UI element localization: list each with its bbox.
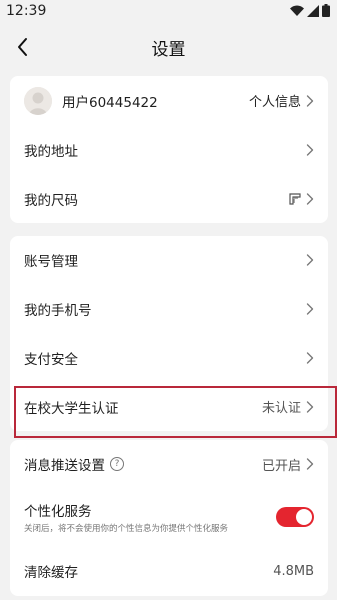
phone-label: 我的手机号: [24, 302, 92, 319]
address-right: [306, 143, 314, 156]
clear-cache-right: 4.8MB: [273, 564, 314, 579]
payment-security-label: 支付安全: [24, 351, 78, 368]
preferences-card: 消息推送设置 ? 已开启 个性化服务 关闭后，将不会使用你的个性信息为你提供个性…: [10, 440, 328, 596]
avatar: [24, 86, 52, 115]
wifi-icon: [290, 5, 304, 16]
toggle-knob: [296, 508, 312, 525]
personalized-service-right: [276, 506, 314, 527]
address-row[interactable]: 我的地址: [10, 125, 328, 174]
push-settings-right: 已开启: [262, 455, 314, 474]
push-settings-label: 消息推送设置: [24, 458, 105, 474]
avatar-icon: [24, 86, 52, 115]
battery-icon: [322, 4, 330, 17]
personalized-service-toggle[interactable]: [276, 506, 314, 527]
chevron-right-icon: [306, 94, 314, 107]
size-row[interactable]: 我的尺码: [10, 174, 328, 223]
help-circle-icon[interactable]: ?: [110, 457, 124, 471]
size-right: [289, 192, 314, 205]
account-management-label: 账号管理: [24, 254, 78, 270]
push-settings-row[interactable]: 消息推送设置 ? 已开启: [10, 440, 328, 488]
phone-right: [306, 302, 314, 315]
profile-info-label: 个人信息: [248, 95, 301, 110]
profile-row[interactable]: 用户60445422 个人信息: [10, 76, 328, 125]
personalized-service-label: 个性化服务: [24, 504, 92, 520]
account-management-row[interactable]: 账号管理: [10, 236, 328, 284]
clear-cache-value: 4.8MB: [273, 563, 314, 579]
address-label: 我的地址: [24, 143, 78, 160]
clear-cache-row[interactable]: 清除缓存 4.8MB: [10, 546, 328, 596]
chevron-right-icon: [306, 192, 314, 205]
chevron-right-icon: [306, 458, 314, 470]
account-management-right: [306, 254, 314, 266]
status-icons: [290, 4, 330, 17]
signal-icon: [307, 4, 319, 17]
phone-row[interactable]: 我的手机号: [10, 284, 328, 333]
header: 设置: [0, 24, 337, 70]
payment-security-row[interactable]: 支付安全: [10, 333, 328, 382]
chevron-right-icon: [306, 351, 314, 364]
status-bar: 12:39: [0, 0, 337, 24]
profile-card: 用户60445422 个人信息 我的地址 我的尺码: [10, 76, 328, 223]
page-title: 设置: [151, 40, 186, 60]
highlight-box: [14, 386, 337, 438]
personalized-service-row: 个性化服务 关闭后，将不会使用你的个性信息为你提供个性化服务: [10, 488, 328, 546]
ruler-icon: [289, 192, 301, 205]
profile-right: 个人信息: [249, 91, 314, 110]
personalized-service-description: 关闭后，将不会使用你的个性信息为你提供个性化服务: [24, 524, 229, 534]
size-label: 我的尺码: [24, 192, 78, 209]
chevron-right-icon: [306, 254, 314, 266]
personalized-service-text: 个性化服务 关闭后，将不会使用你的个性信息为你提供个性化服务: [24, 500, 228, 534]
push-settings-value: 已开启: [261, 458, 301, 474]
payment-security-right: [306, 351, 314, 364]
profile-username: 用户60445422: [62, 94, 158, 111]
status-time: 12:39: [6, 3, 47, 19]
clear-cache-label: 清除缓存: [24, 565, 78, 581]
chevron-right-icon: [306, 143, 314, 156]
chevron-right-icon: [306, 302, 314, 315]
